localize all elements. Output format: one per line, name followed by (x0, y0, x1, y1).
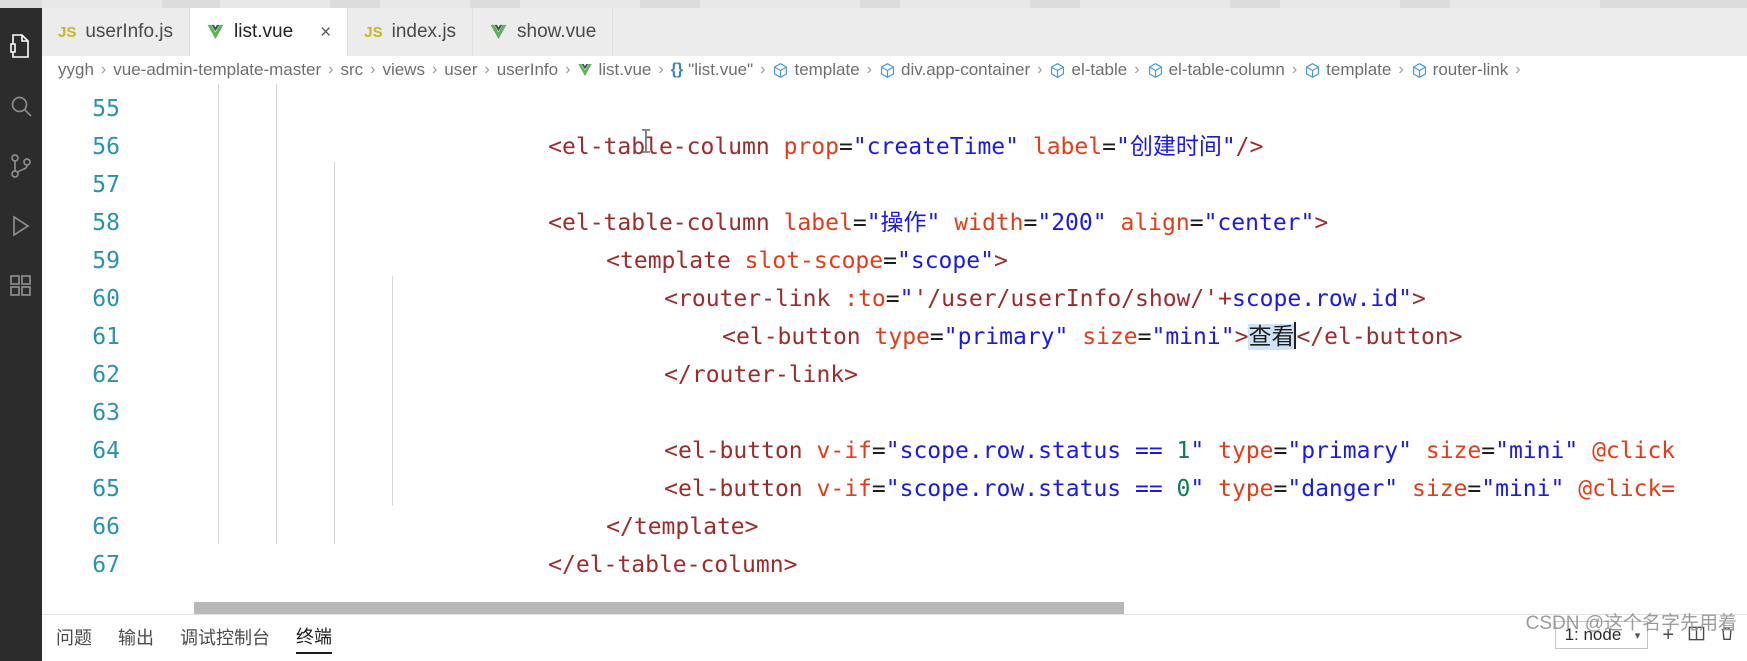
line-number: 61 (92, 324, 120, 350)
cube-icon (1304, 62, 1321, 79)
breadcrumb-separator: › (328, 61, 334, 78)
vue-file-icon (577, 63, 593, 77)
vue-file-icon (206, 24, 225, 40)
code-line-63[interactable]: <el-button v-if="scope.row.status == 1" … (134, 394, 1747, 464)
breadcrumb-item-div-app-container[interactable]: div.app-container (879, 60, 1030, 80)
line-number: 67 (92, 552, 120, 578)
breadcrumb-item-user[interactable]: user (444, 60, 477, 80)
code-line-66[interactable]: </el-table-column> (134, 508, 1747, 578)
breadcrumb-separator: › (370, 61, 376, 78)
breadcrumb-item-src[interactable]: src (340, 60, 363, 80)
code-line-65[interactable]: </template> (134, 470, 1747, 540)
panel-tab-problems[interactable]: 问题 (56, 624, 92, 653)
tab-userinfo-js[interactable]: JS userInfo.js (42, 8, 191, 56)
panel-tab-debug-console[interactable]: 调试控制台 (180, 624, 270, 653)
line-number: 64 (92, 438, 120, 464)
breadcrumb-separator: › (658, 61, 664, 78)
line-number: 65 (92, 476, 120, 502)
code-line-64[interactable]: <el-button v-if="scope.row.status == 0" … (134, 432, 1747, 502)
breadcrumb-item-template-inner[interactable]: template (1304, 60, 1391, 80)
vscode-window: JS userInfo.js list.vue × JS index.js sh… (0, 0, 1747, 661)
code-line-56[interactable] (134, 128, 1747, 166)
breadcrumb: yygh › vue-admin-template-master › src ›… (42, 56, 1747, 84)
breadcrumb-item-project[interactable]: vue-admin-template-master (113, 60, 321, 80)
breadcrumb-item-el-table-column[interactable]: el-table-column (1147, 60, 1285, 80)
breadcrumb-separator: › (760, 61, 766, 78)
tab-list-vue[interactable]: list.vue × (190, 8, 349, 56)
cube-icon (1049, 62, 1066, 79)
line-number: 55 (92, 96, 120, 122)
breadcrumb-separator: › (1291, 61, 1298, 78)
explorer-icon[interactable] (0, 16, 42, 76)
line-number: 56 (92, 134, 120, 160)
line-number: 59 (92, 248, 120, 274)
code-content[interactable]: <el-table-column prop="createTime" label… (134, 84, 1747, 614)
run-debug-icon[interactable] (0, 196, 42, 256)
breadcrumb-separator: › (565, 61, 571, 78)
breadcrumb-item-template[interactable]: template (772, 60, 860, 80)
breadcrumb-item-views[interactable]: views (382, 60, 425, 80)
activity-bar (0, 8, 42, 661)
line-number-gutter: 55 56 57 58 59 60 61 62 63 64 65 66 67 (42, 84, 134, 614)
tab-label: list.vue (234, 21, 294, 42)
tab-label: show.vue (517, 21, 597, 42)
breadcrumb-separator: › (431, 61, 438, 78)
breadcrumb-separator: › (100, 61, 107, 78)
code-line-58[interactable]: <template slot-scope="scope"> (134, 204, 1747, 274)
code-line-61[interactable]: </router-link> (134, 318, 1747, 388)
line-number: 57 (92, 172, 120, 198)
tab-bar-filler (613, 8, 1747, 56)
cube-icon (1411, 62, 1428, 79)
line-number: 62 (92, 362, 120, 388)
breadcrumb-separator: › (866, 61, 872, 78)
bottom-panel: 问题 输出 调试控制台 终端 1: node ▾ + (42, 614, 1747, 661)
code-editor[interactable]: 55 56 57 58 59 60 61 62 63 64 65 66 67 <… (42, 84, 1747, 614)
breadcrumb-item-router-link[interactable]: router-link (1411, 60, 1508, 80)
panel-tab-terminal[interactable]: 终端 (296, 623, 332, 654)
tab-label: userInfo.js (85, 21, 174, 42)
cube-icon (772, 62, 789, 79)
code-line-59[interactable]: <router-link :to="'/user/userInfo/show/'… (134, 242, 1747, 312)
breadcrumb-item-el-table[interactable]: el-table (1049, 60, 1127, 80)
editor-column: JS userInfo.js list.vue × JS index.js sh… (42, 8, 1747, 661)
js-file-icon: JS (58, 23, 77, 41)
code-line-67[interactable] (134, 546, 1747, 584)
search-icon[interactable] (0, 76, 42, 136)
breadcrumb-separator: › (1398, 61, 1404, 78)
extensions-icon[interactable] (0, 256, 42, 316)
breadcrumb-item-userinfo[interactable]: userInfo (497, 60, 558, 80)
cube-icon (1147, 62, 1164, 79)
cube-icon (879, 62, 896, 79)
watermark: CSDN @这个名字先用着 (1525, 613, 1737, 634)
panel-tab-output[interactable]: 输出 (118, 624, 154, 653)
code-line-60[interactable]: <el-button type="primary" size="mini">查看… (134, 280, 1747, 350)
code-line-62[interactable] (134, 356, 1747, 394)
vue-file-icon (489, 24, 508, 40)
js-file-icon: JS (364, 23, 383, 41)
breadcrumb-separator: › (1515, 61, 1521, 78)
tab-show-vue[interactable]: show.vue (473, 8, 614, 56)
title-bar (0, 0, 1747, 8)
braces-icon: {} (670, 61, 684, 78)
breadcrumb-separator: › (1134, 61, 1140, 78)
line-number: 58 (92, 210, 120, 236)
line-number: 63 (92, 400, 120, 426)
breadcrumb-item-yygh[interactable]: yygh (58, 60, 94, 80)
main-row: JS userInfo.js list.vue × JS index.js sh… (0, 8, 1747, 661)
breadcrumb-separator: › (1037, 61, 1043, 78)
tab-bar: JS userInfo.js list.vue × JS index.js sh… (42, 8, 1747, 56)
code-line-55[interactable]: <el-table-column prop="createTime" label… (134, 90, 1747, 160)
scrollbar-thumb[interactable] (194, 602, 1124, 614)
editor-horizontal-scrollbar[interactable] (134, 602, 1747, 614)
breadcrumb-separator: › (484, 61, 490, 78)
line-number: 66 (92, 514, 120, 540)
tab-label: index.js (391, 21, 457, 42)
tab-index-js[interactable]: JS index.js (348, 8, 474, 56)
line-number: 60 (92, 286, 120, 312)
code-line-57[interactable]: <el-table-column label="操作" width="200" … (134, 166, 1747, 236)
close-icon[interactable]: × (320, 23, 331, 42)
breadcrumb-item-list-vue-symbol[interactable]: {} "list.vue" (671, 60, 753, 80)
breadcrumb-item-list-vue[interactable]: list.vue (577, 60, 651, 80)
source-control-icon[interactable] (0, 136, 42, 196)
